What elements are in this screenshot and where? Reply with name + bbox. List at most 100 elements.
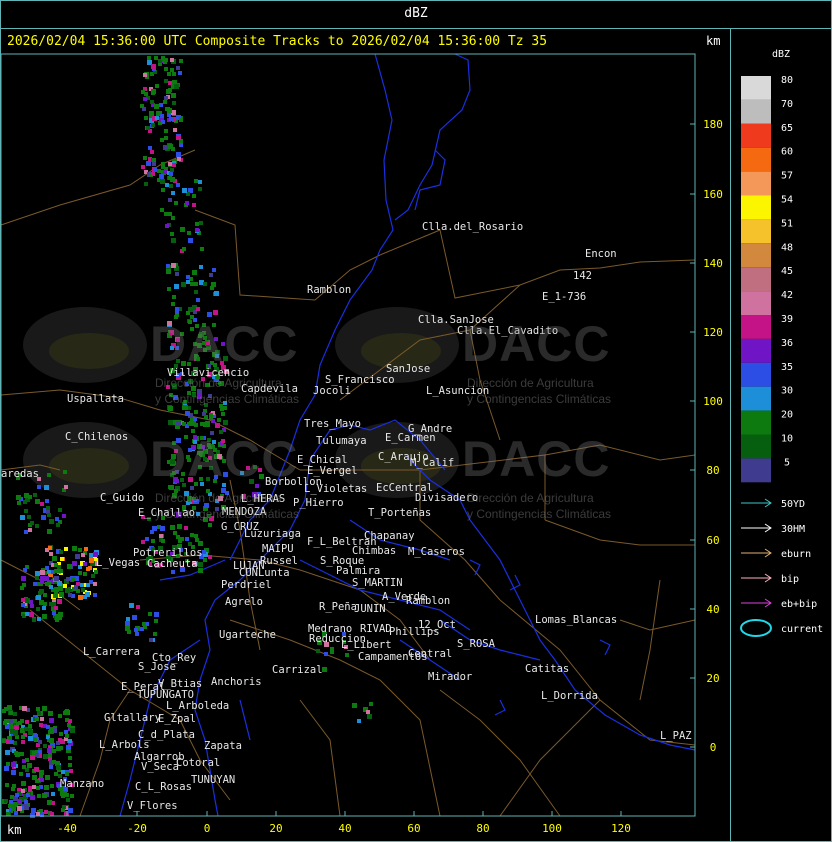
radar-echo-pixel — [194, 410, 198, 414]
radar-echo-pixel — [202, 550, 206, 554]
window-title: dBZ — [404, 6, 428, 21]
radar-echo-pixel — [155, 116, 159, 120]
radar-echo-pixel — [76, 589, 80, 593]
legend-swatch — [741, 338, 771, 363]
radar-echo-pixel — [160, 114, 164, 118]
place-label: T_Porteñas — [368, 507, 431, 519]
radar-echo-pixel — [66, 589, 70, 593]
radar-echo-pixel — [169, 184, 173, 188]
radar-echo-pixel — [48, 711, 53, 716]
radar-echo-pixel — [37, 794, 41, 798]
radar-echo-pixel — [223, 420, 228, 425]
radar-echo-pixel — [217, 418, 221, 422]
radar-echo-pixel — [166, 269, 171, 274]
radar-echo-pixel — [68, 763, 72, 767]
place-label: TUNUYAN — [191, 774, 235, 786]
radar-echo-pixel — [26, 773, 30, 777]
place-label: Russel — [260, 555, 298, 567]
place-label: Cotoral — [176, 757, 220, 769]
radar-echo-pixel — [170, 177, 175, 182]
y-tick-label: 100 — [703, 395, 723, 408]
radar-echo-pixel — [208, 523, 212, 527]
radar-echo-pixel — [43, 744, 47, 748]
radar-echo-pixel — [149, 638, 153, 642]
radar-echo-pixel — [148, 146, 152, 150]
radar-echo-pixel — [49, 585, 53, 589]
radar-echo-pixel — [45, 775, 50, 780]
radar-echo-pixel — [152, 158, 156, 162]
radar-echo-pixel — [91, 574, 95, 578]
radar-echo-pixel — [151, 89, 156, 94]
radar-echo-pixel — [33, 737, 37, 741]
radar-echo-pixel — [188, 238, 193, 243]
place-label: L_Arbols — [99, 739, 150, 751]
radar-echo-pixel — [166, 264, 170, 268]
radar-echo-pixel — [179, 118, 183, 122]
radar-echo-pixel — [20, 719, 24, 723]
radar-echo-pixel — [54, 591, 58, 595]
radar-echo-pixel — [174, 201, 178, 205]
radar-echo-pixel — [64, 485, 68, 489]
radar-echo-pixel — [23, 500, 27, 504]
radar-echo-pixel — [30, 521, 34, 525]
legend-track-label: current — [781, 624, 823, 635]
radar-echo-pixel — [11, 806, 16, 811]
watermark-logo-icon — [49, 448, 129, 484]
radar-echo-pixel — [164, 129, 168, 133]
legend-level-label: 54 — [781, 195, 793, 206]
radar-echo-pixel — [180, 227, 185, 232]
radar-echo-pixel — [62, 514, 66, 518]
radar-echo-pixel — [17, 799, 22, 804]
radar-echo-pixel — [42, 614, 47, 619]
x-tick-label: 80 — [476, 822, 489, 835]
radar-echo-pixel — [168, 162, 172, 166]
radar-echo-pixel — [7, 705, 12, 710]
place-label: L_Vegas — [96, 557, 140, 569]
radar-echo-pixel — [132, 615, 137, 620]
radar-echo-pixel — [177, 157, 181, 161]
radar-echo-pixel — [21, 576, 26, 581]
y-tick-label: 80 — [706, 464, 719, 477]
scan-subtitle: 2026/02/04 15:36:00 UTC Composite Tracks… — [7, 34, 548, 49]
watermark-brand-4: DACC — [462, 431, 611, 487]
radar-echo-pixel — [171, 93, 176, 98]
radar-echo-pixel — [12, 784, 16, 788]
radar-echo-pixel — [75, 554, 80, 559]
radar-echo-pixel — [164, 79, 168, 83]
watermark-line1-3: Dirección de Agricultura — [155, 491, 282, 505]
radar-echo-pixel — [141, 540, 145, 544]
radar-echo-pixel — [93, 593, 97, 597]
radar-echo-pixel — [20, 752, 24, 756]
current-position-icon — [740, 619, 772, 637]
radar-echo-pixel — [195, 228, 199, 232]
radar-echo-pixel — [20, 586, 24, 590]
radar-echo-pixel — [41, 515, 46, 520]
radar-echo-pixel — [32, 751, 36, 755]
place-label: Anchoris — [211, 676, 262, 688]
legend-level-label: 5 — [784, 457, 790, 468]
radar-echo-pixel — [196, 307, 200, 311]
legend-swatch — [741, 147, 771, 172]
radar-echo-pixel — [30, 755, 35, 760]
legend-level-label: 65 — [781, 123, 793, 134]
radar-echo-pixel — [48, 753, 52, 757]
radar-echo-pixel — [69, 769, 73, 773]
radar-echo-pixel — [143, 97, 147, 101]
radar-echo-pixel — [198, 568, 203, 573]
radar-echo-pixel — [187, 422, 191, 426]
radar-echo-pixel — [198, 180, 202, 184]
radar-echo-pixel — [172, 72, 176, 76]
y-tick-label: 20 — [706, 672, 719, 685]
radar-echo-pixel — [86, 567, 90, 571]
radar-echo-pixel — [2, 709, 6, 713]
radar-echo-pixel — [78, 595, 83, 600]
radar-echo-pixel — [3, 721, 7, 725]
radar-echo-pixel — [330, 650, 334, 654]
legend-swatch — [741, 410, 771, 435]
radar-echo-pixel — [151, 123, 155, 127]
place-label: L_Dorrida — [541, 690, 598, 702]
radar-echo-pixel — [190, 282, 194, 286]
watermark-brand-1: DACC — [150, 316, 299, 372]
radar-echo-pixel — [151, 172, 155, 176]
radar-echo-pixel — [153, 167, 157, 171]
